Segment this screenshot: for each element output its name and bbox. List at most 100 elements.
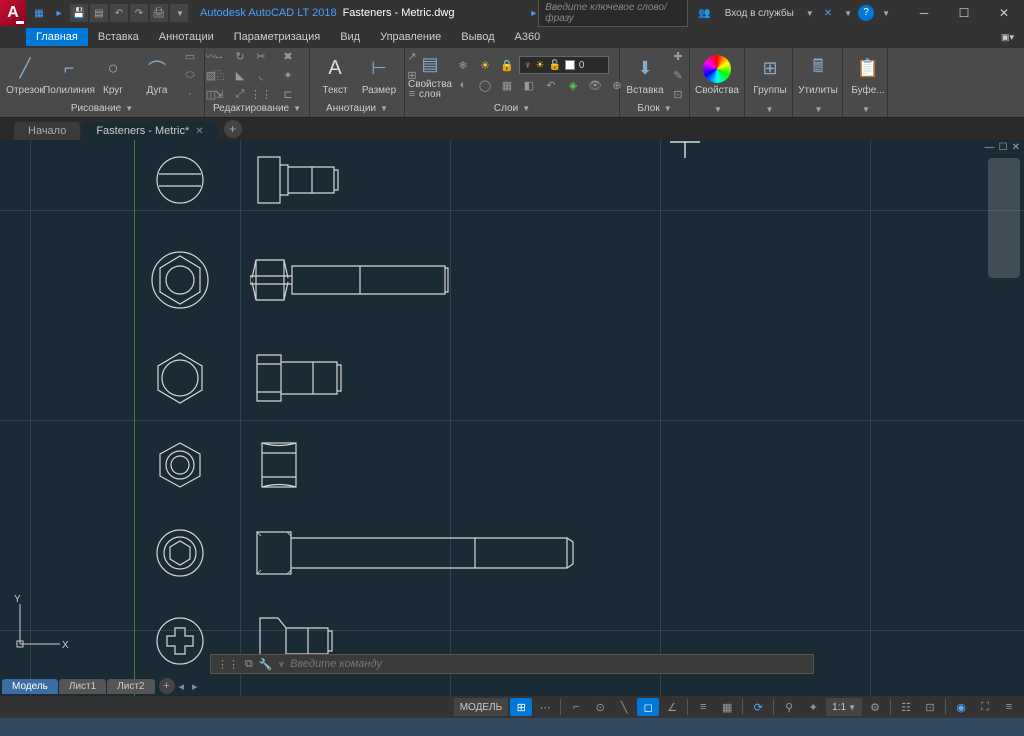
navigation-bar[interactable] (988, 158, 1020, 278)
circle-button[interactable]: ○Круг (92, 53, 134, 98)
menu-annotations[interactable]: Аннотации (149, 28, 224, 46)
drawing-canvas[interactable]: — ☐ ✕ X Y ⋮⋮ ⧉ 🔧 ▾ Модель Лист1 Лист2 + … (0, 140, 1024, 696)
menu-view[interactable]: Вид (330, 28, 370, 46)
status-hw-icon[interactable]: ◉ (950, 698, 972, 716)
status-monitor-icon[interactable]: ☷ (895, 698, 917, 716)
qat-new-icon[interactable]: ▦ (30, 4, 48, 22)
clipboard-button[interactable]: 📋Буфе... (847, 53, 889, 98)
menu-output[interactable]: Вывод (451, 28, 504, 46)
edit-block-icon[interactable]: ✎ (668, 66, 688, 84)
app-logo[interactable]: A (0, 0, 26, 26)
cmd-handle-icon[interactable]: ⋮⋮ (217, 658, 239, 671)
qat-save-icon[interactable]: 💾 (70, 4, 88, 22)
menu-parametric[interactable]: Параметризация (224, 28, 330, 46)
status-units-icon[interactable]: ⊡ (919, 698, 941, 716)
layer-off-icon[interactable]: ◯ (475, 76, 495, 94)
signin-button[interactable]: Вход в службы (721, 6, 798, 21)
status-annovis-icon[interactable]: ✦ (802, 698, 824, 716)
tab-nav-left-icon[interactable]: ◂ (175, 680, 189, 693)
status-lwt-icon[interactable]: ≡ (692, 698, 714, 716)
explode-icon[interactable]: ✦ (273, 66, 303, 84)
layer-dropdown[interactable]: ♀☀🔓 0 (519, 56, 609, 74)
status-clean-icon[interactable]: ⛶ (974, 698, 996, 716)
status-osnap-icon[interactable]: ◻ (637, 698, 659, 716)
add-layout-button[interactable]: + (159, 678, 175, 694)
tab-sheet2[interactable]: Лист2 (107, 679, 154, 694)
array-icon[interactable]: ⋮⋮ (251, 85, 271, 103)
close-button[interactable]: ✕ (984, 0, 1024, 26)
menu-insert[interactable]: Вставка (88, 28, 149, 46)
scale-icon[interactable]: ⤢ (230, 85, 250, 103)
exchange-icon[interactable]: ✕ (820, 6, 836, 21)
tab-sheet1[interactable]: Лист1 (59, 679, 106, 694)
canvas-max-icon[interactable]: ☐ (999, 142, 1008, 153)
status-grid-icon[interactable]: ⊞ (510, 698, 532, 716)
rotate-icon[interactable]: ↻ (230, 47, 250, 65)
text-button[interactable]: AТекст (314, 53, 356, 98)
ribbon-minimize-icon[interactable]: ▣▾ (991, 29, 1024, 46)
status-otrack-icon[interactable]: ∠ (661, 698, 683, 716)
menu-home[interactable]: Главная (26, 28, 88, 46)
layer-thaw-icon[interactable]: ◈ (563, 76, 583, 94)
minimize-button[interactable]: ─ (904, 0, 944, 26)
tab-model[interactable]: Модель (2, 679, 58, 694)
insert-button[interactable]: ⬇Вставка (624, 53, 666, 98)
qat-print-icon[interactable]: 🖨 (150, 4, 168, 22)
status-ws-icon[interactable]: ⚙ (864, 698, 886, 716)
search-play-icon[interactable]: ▸ (531, 8, 536, 19)
command-input[interactable] (290, 658, 807, 670)
qat-saveas-icon[interactable]: ▤ (90, 4, 108, 22)
properties-button[interactable]: Свойства (694, 53, 740, 98)
canvas-min-icon[interactable]: — (985, 142, 995, 153)
arc-button[interactable]: ⌒Дуга (136, 53, 178, 98)
layer-prev-icon[interactable]: ↶ (541, 76, 561, 94)
erase-icon[interactable]: ✖ (273, 47, 303, 65)
menu-manage[interactable]: Управление (370, 28, 451, 46)
ellipse-icon[interactable]: ⬭ (180, 66, 200, 84)
stretch-icon[interactable]: ⇲ (209, 85, 229, 103)
status-custom-icon[interactable]: ≡ (998, 698, 1020, 716)
offset-icon[interactable]: ⊏ (273, 85, 303, 103)
tab-close-icon[interactable]: ✕ (195, 126, 203, 137)
qat-redo-icon[interactable]: ↷ (130, 4, 148, 22)
qat-open-icon[interactable]: ▸ (50, 4, 68, 22)
line-button[interactable]: ╱Отрезок (4, 53, 46, 98)
keyword-search[interactable]: Введите ключевое слово/фразу (538, 0, 688, 27)
status-trans-icon[interactable]: ▦ (716, 698, 738, 716)
cmd-config-icon[interactable]: 🔧 (259, 658, 273, 671)
status-scale[interactable]: 1:1▼ (826, 698, 862, 716)
help-icon[interactable]: ? (858, 5, 874, 21)
qat-dropdown-icon[interactable]: ▼ (170, 4, 188, 22)
layer-sun-icon[interactable]: ☀ (475, 56, 495, 74)
tab-start[interactable]: Начало (14, 122, 80, 140)
command-bar[interactable]: ⋮⋮ ⧉ 🔧 ▾ (210, 654, 814, 674)
tab-nav-right-icon[interactable]: ▸ (188, 680, 202, 693)
status-model[interactable]: МОДЕЛЬ (454, 698, 508, 716)
add-tab-button[interactable]: + (224, 120, 242, 138)
layer-walk-icon[interactable]: 👁 (585, 76, 605, 94)
move-icon[interactable]: ↔ (209, 47, 229, 65)
status-iso-icon[interactable]: ╲ (613, 698, 635, 716)
layer-lock-icon[interactable]: 🔒 (497, 56, 517, 74)
menu-a360[interactable]: A360 (505, 28, 551, 46)
user-icon[interactable]: 👥 (694, 6, 714, 21)
tab-file[interactable]: Fasteners - Metric*✕ (82, 122, 217, 140)
point-icon[interactable]: · (180, 85, 200, 103)
polyline-button[interactable]: ⌐Полилиния (48, 53, 90, 98)
canvas-close-icon[interactable]: ✕ (1012, 142, 1020, 153)
rect-icon[interactable]: ▭ (180, 47, 200, 65)
copy-icon[interactable]: ⿻ (209, 66, 229, 84)
create-block-icon[interactable]: ✚ (668, 47, 688, 65)
status-ortho-icon[interactable]: ⌐ (565, 698, 587, 716)
status-snap-icon[interactable]: ⋯ (534, 698, 556, 716)
mirror-icon[interactable]: ◣ (230, 66, 250, 84)
utils-button[interactable]: 🖩Утилиты (797, 53, 839, 98)
dimension-button[interactable]: ⊢Размер (358, 53, 400, 98)
groups-button[interactable]: ⊞Группы (749, 53, 791, 98)
status-cycle-icon[interactable]: ⟳ (747, 698, 769, 716)
trim-icon[interactable]: ✂ (251, 47, 271, 65)
layer-match-icon[interactable]: ◧ (519, 76, 539, 94)
cmd-recent-icon[interactable]: ⧉ (245, 658, 253, 671)
maximize-button[interactable]: ☐ (944, 0, 984, 26)
status-annoscale-icon[interactable]: ⚲ (778, 698, 800, 716)
